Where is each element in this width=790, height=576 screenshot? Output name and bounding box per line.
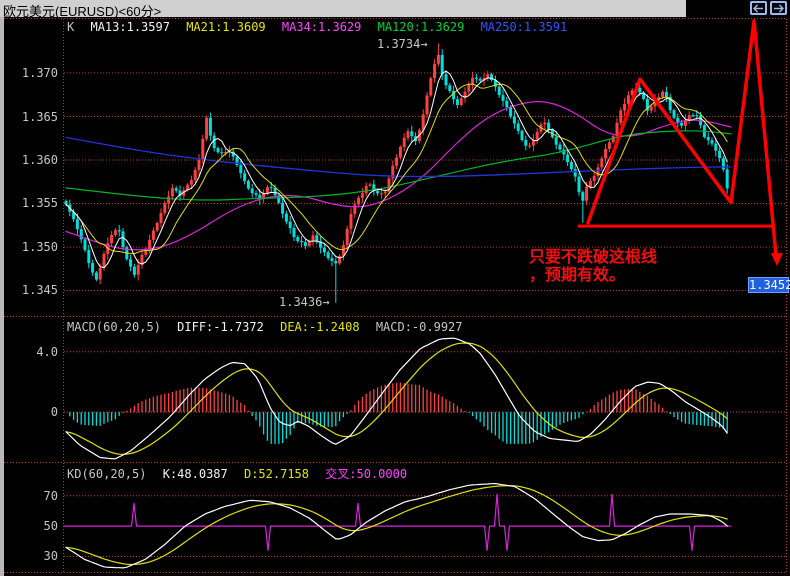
main-axis-tick: 1.345 bbox=[21, 283, 58, 297]
main-chart-legend: K MA13:1.3597 MA21:1.3609 MA34:1.3629 MA… bbox=[67, 20, 576, 34]
kd-name: KD(60,20,5) bbox=[67, 467, 147, 481]
title-bar-right bbox=[686, 0, 790, 17]
scroll-left-button[interactable] bbox=[750, 1, 767, 15]
legend-ma34: MA34:1.3629 bbox=[281, 20, 362, 34]
target-price-tag: 1.3452 bbox=[748, 277, 790, 293]
macd-name: MACD(60,20,5) bbox=[67, 320, 161, 334]
legend-ma120: MA120:1.3629 bbox=[377, 20, 465, 34]
arrow-right-icon bbox=[774, 3, 784, 13]
window-title: 欧元美元(EURUSD)<60分> bbox=[3, 4, 162, 19]
main-axis-tick: 1.365 bbox=[21, 110, 58, 124]
trough-price-annotation: 1.3436→ bbox=[279, 295, 330, 309]
analysis-note-line2: ，预期有效。 bbox=[529, 267, 626, 284]
kd-k: K:48.0387 bbox=[162, 467, 228, 481]
legend-ma21: MA21:1.3609 bbox=[186, 20, 266, 34]
main-axis-tick: 1.355 bbox=[21, 196, 58, 210]
main-axis-tick: 1.350 bbox=[21, 240, 58, 254]
legend-k-label: K bbox=[67, 20, 75, 34]
trading-app-window: 欧元美元(EURUSD)<60分> K MA13:1.3597 MA21:1.3… bbox=[0, 0, 790, 576]
kd-d: D:52.7158 bbox=[243, 467, 310, 481]
macd-legend: MACD(60,20,5) DIFF:-1.7372 DEA:-1.2408 M… bbox=[67, 320, 472, 334]
main-axis-tick: 1.370 bbox=[21, 66, 58, 80]
macd-axis-tick: 0 bbox=[50, 405, 58, 419]
peak-price-annotation: 1.3734→ bbox=[377, 37, 428, 51]
macd-dea: DEA:-1.2408 bbox=[280, 320, 360, 334]
macd-macd: MACD:-0.9927 bbox=[375, 320, 463, 334]
legend-ma250: MA250:1.3591 bbox=[480, 20, 568, 34]
chart-canvas[interactable] bbox=[0, 0, 790, 576]
kd-axis-tick: 70 bbox=[43, 489, 58, 503]
macd-axis-tick: 4.0 bbox=[36, 345, 58, 359]
window-frame-left bbox=[0, 17, 4, 576]
analysis-note-line1: 只要不跌破这根线 bbox=[529, 249, 658, 266]
scroll-right-button[interactable] bbox=[770, 1, 787, 15]
analysis-note: 只要不跌破这根线 ，预期有效。 bbox=[529, 249, 657, 285]
macd-diff: DIFF:-1.7372 bbox=[177, 320, 264, 334]
arrow-left-icon bbox=[753, 3, 763, 13]
kd-legend: KD(60,20,5) K:48.0387 D:52.7158 交叉:50.00… bbox=[67, 465, 416, 482]
main-axis-tick: 1.360 bbox=[21, 153, 58, 167]
kd-axis-tick: 30 bbox=[43, 549, 58, 563]
legend-ma13: MA13:1.3597 bbox=[90, 20, 170, 34]
kd-axis-tick: 50 bbox=[43, 519, 58, 533]
kd-cross: 交叉:50.0000 bbox=[325, 467, 408, 481]
title-bar: 欧元美元(EURUSD)<60分> bbox=[0, 0, 686, 19]
